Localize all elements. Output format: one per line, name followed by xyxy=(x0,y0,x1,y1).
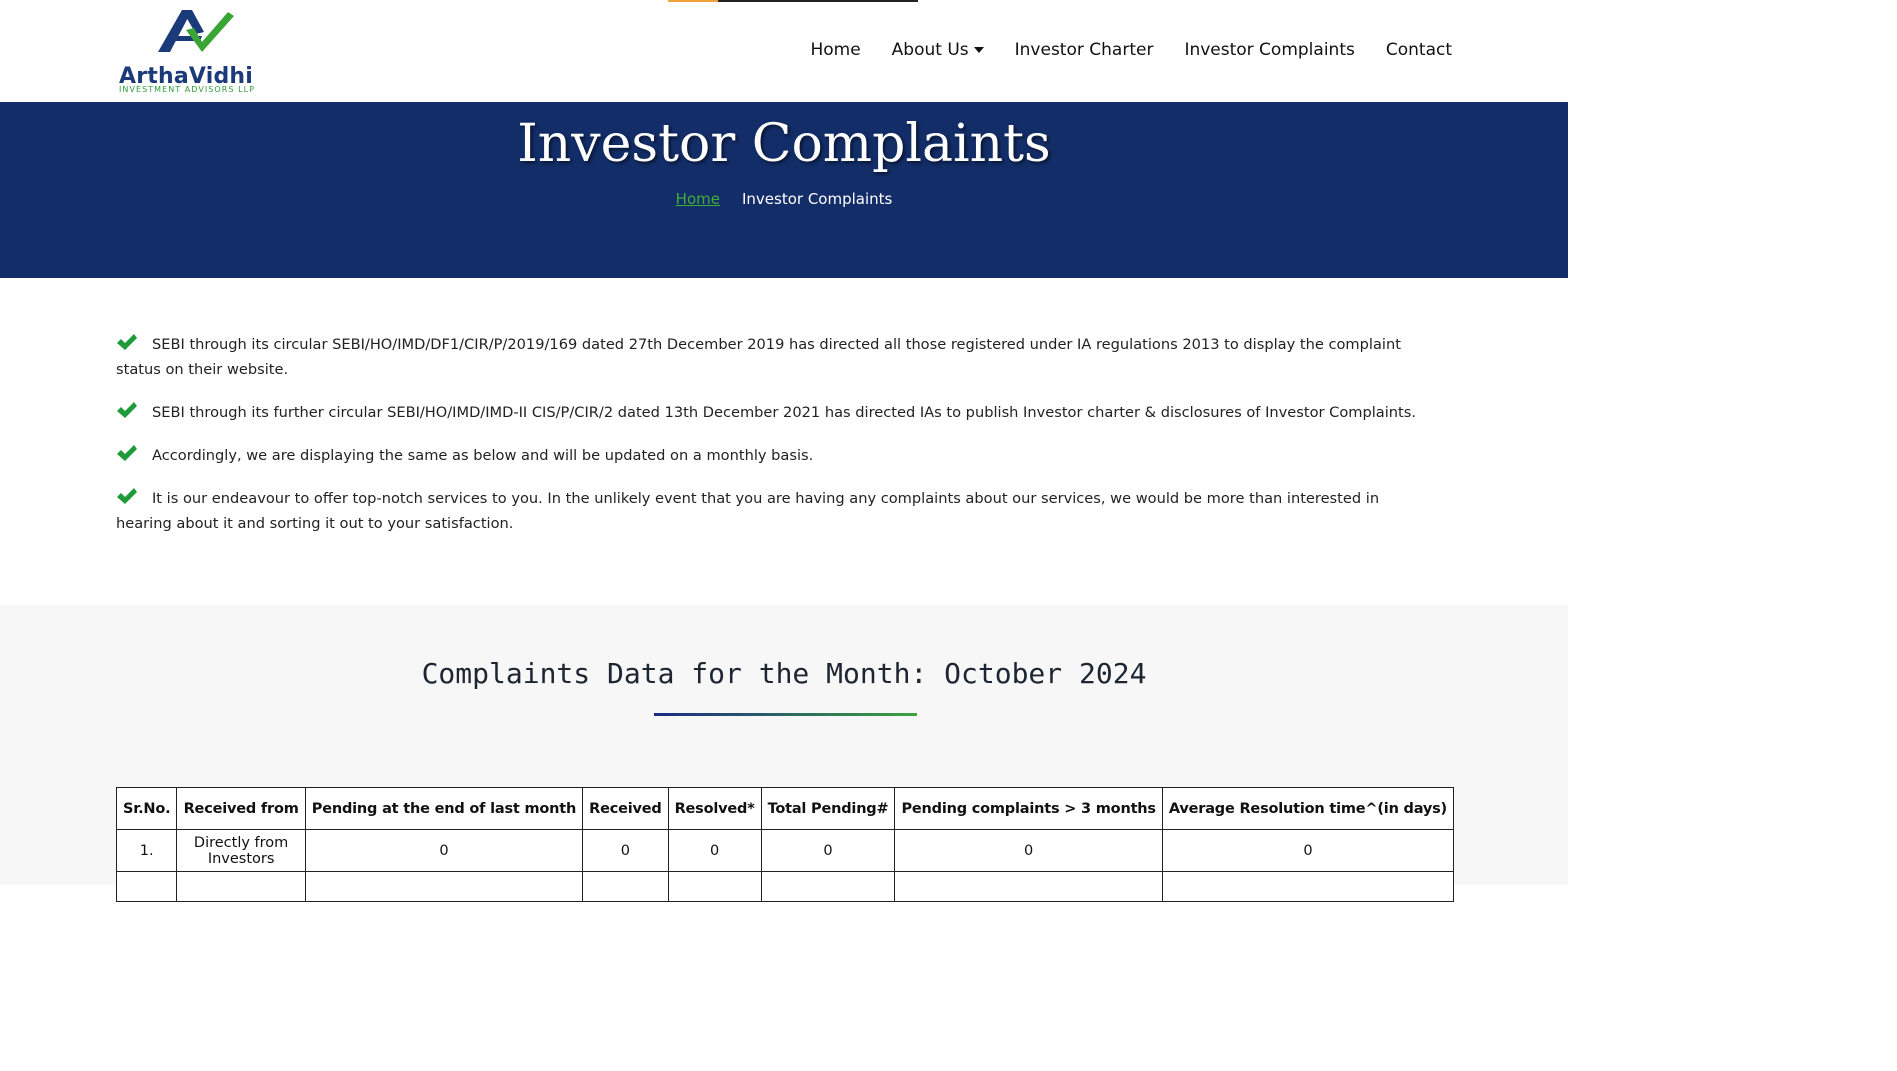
breadcrumb-home-link[interactable]: Home xyxy=(676,190,720,208)
table-row xyxy=(115,871,1455,902)
column-header: Pending at the end of last month xyxy=(304,787,584,830)
nav-investor-charter[interactable]: Investor Charter xyxy=(1015,40,1154,60)
column-header: Pending complaints > 3 months xyxy=(894,787,1163,830)
checkmark-icon xyxy=(117,445,137,461)
heading-divider xyxy=(654,713,917,716)
complaints-table: Sr.No. Received from Pending at the end … xyxy=(115,787,1455,902)
checkmark-icon xyxy=(117,334,137,350)
complaints-section: Complaints Data for the Month: October 2… xyxy=(0,605,1568,902)
column-header: Received xyxy=(582,787,669,830)
table-cell xyxy=(582,871,669,902)
table-cell: 0 xyxy=(894,829,1163,872)
complaints-heading: Complaints Data for the Month: October 2… xyxy=(421,657,1147,690)
nav-about-us[interactable]: About Us xyxy=(892,40,984,60)
table-cell xyxy=(1161,871,1455,902)
nav-about-us-label: About Us xyxy=(891,40,969,60)
column-header: Resolved* xyxy=(667,787,762,830)
table-row: 1. Directly from Investors 0 0 0 0 0 0 xyxy=(115,829,1455,872)
table-header-row: Sr.No. Received from Pending at the end … xyxy=(115,787,1455,830)
site-header: ArthaVidhi INVESTMENT ADVISORS LLP Home … xyxy=(0,0,1568,102)
table-cell xyxy=(304,871,584,902)
table-cell xyxy=(667,871,762,902)
logo-mark-icon xyxy=(158,10,234,52)
table-cell xyxy=(760,871,896,902)
table-cell: 0 xyxy=(667,829,762,872)
list-item: SEBI through its further circular SEBI/H… xyxy=(116,400,1436,425)
table-cell xyxy=(894,871,1163,902)
page-title: Investor Complaints xyxy=(517,114,1051,174)
table-cell: 0 xyxy=(582,829,669,872)
brand-tagline: INVESTMENT ADVISORS LLP xyxy=(119,85,255,94)
bullet-text: SEBI through its circular SEBI/HO/IMD/DF… xyxy=(116,336,1401,378)
bullet-text: Accordingly, we are displaying the same … xyxy=(152,447,814,464)
page-banner: Investor Complaints Home Investor Compla… xyxy=(0,102,1568,278)
list-item: Accordingly, we are displaying the same … xyxy=(116,443,1436,468)
sebi-notice-list: SEBI through its circular SEBI/HO/IMD/DF… xyxy=(116,332,1436,554)
checkmark-icon xyxy=(117,488,137,504)
nav-contact[interactable]: Contact xyxy=(1386,40,1452,60)
column-header: Total Pending# xyxy=(760,787,896,830)
table-cell: Directly from Investors xyxy=(176,829,306,872)
checkmark-icon xyxy=(117,402,137,418)
breadcrumb-current: Investor Complaints xyxy=(741,190,893,208)
table-cell: 1. xyxy=(115,829,178,872)
bullet-text: It is our endeavour to offer top-notch s… xyxy=(116,490,1380,532)
caret-down-icon xyxy=(973,47,984,53)
table-cell xyxy=(115,871,178,902)
table-cell: 0 xyxy=(304,829,584,872)
table-cell xyxy=(176,871,306,902)
table-cell: 0 xyxy=(760,829,896,872)
list-item: It is our endeavour to offer top-notch s… xyxy=(116,486,1436,536)
nav-investor-complaints[interactable]: Investor Complaints xyxy=(1184,40,1354,60)
breadcrumb: Home Investor Complaints xyxy=(0,190,1568,208)
brand-logo[interactable]: ArthaVidhi INVESTMENT ADVISORS LLP xyxy=(116,6,276,98)
top-accent-bar xyxy=(668,0,918,2)
column-header: Average Resolution time^(in days) xyxy=(1161,787,1455,830)
nav-home[interactable]: Home xyxy=(810,40,860,60)
bullet-text: SEBI through its further circular SEBI/H… xyxy=(152,404,1417,421)
column-header: Received from xyxy=(176,787,306,830)
table-cell: 0 xyxy=(1161,829,1455,872)
list-item: SEBI through its circular SEBI/HO/IMD/DF… xyxy=(116,332,1436,382)
column-header: Sr.No. xyxy=(115,787,178,830)
main-nav: Home About Us Investor Charter Investor … xyxy=(810,38,1452,62)
